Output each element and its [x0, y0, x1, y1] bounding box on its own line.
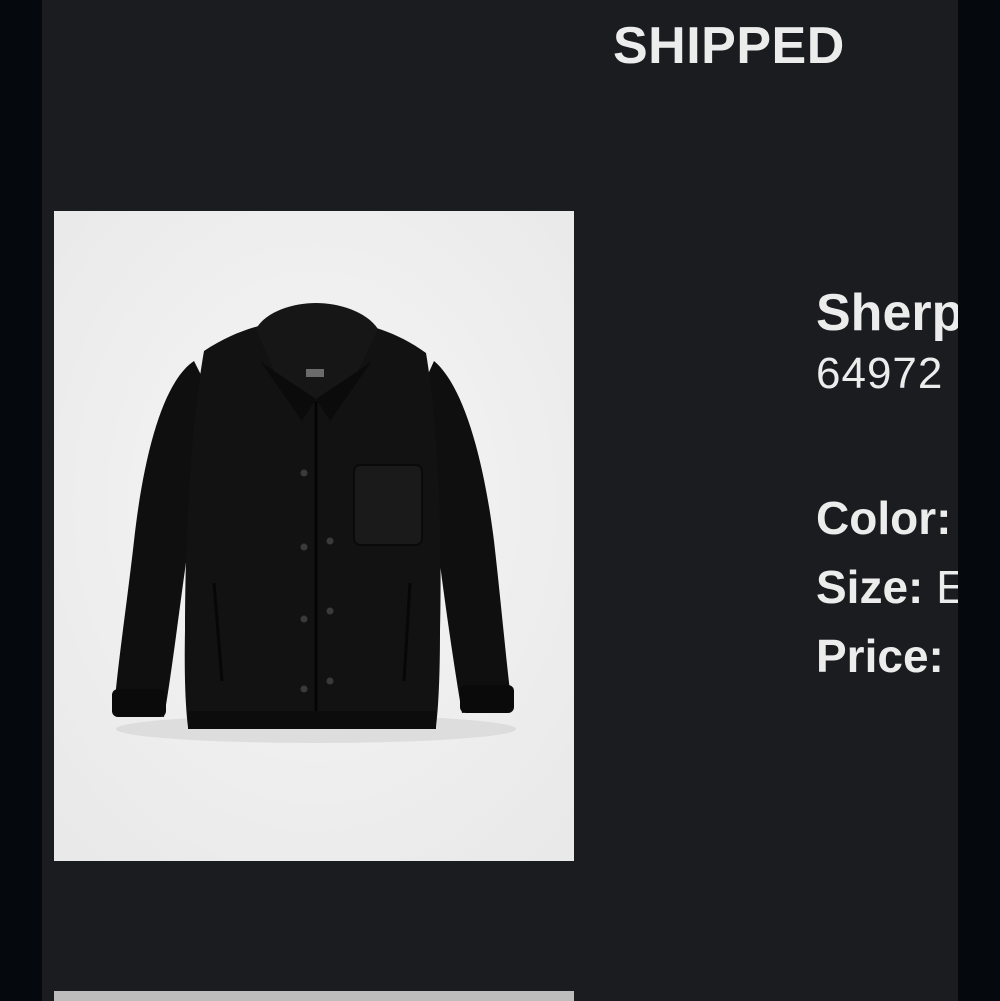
size-label: Size: [816, 561, 924, 613]
product-attributes: Color: Size: E Price: [816, 484, 958, 691]
product-sku: 64972 [816, 349, 944, 398]
size-value: E [936, 561, 958, 613]
product-info: Sherp 64972 Color: Size: E Price: [816, 282, 958, 691]
attribute-price: Price: [816, 622, 958, 691]
next-product-image[interactable] [54, 991, 574, 1001]
color-label: Color: [816, 492, 952, 544]
product-name[interactable]: Sherp [816, 282, 958, 344]
product-image[interactable] [54, 211, 574, 861]
price-label: Price: [816, 630, 944, 682]
order-status-heading: SHIPPED [613, 17, 845, 75]
order-detail-panel: SHIPPED Sherp 64972 Color: Size: E Price… [42, 0, 958, 1001]
attribute-color: Color: [816, 484, 958, 553]
jacket-photo [54, 211, 574, 861]
attribute-size: Size: E [816, 553, 958, 622]
